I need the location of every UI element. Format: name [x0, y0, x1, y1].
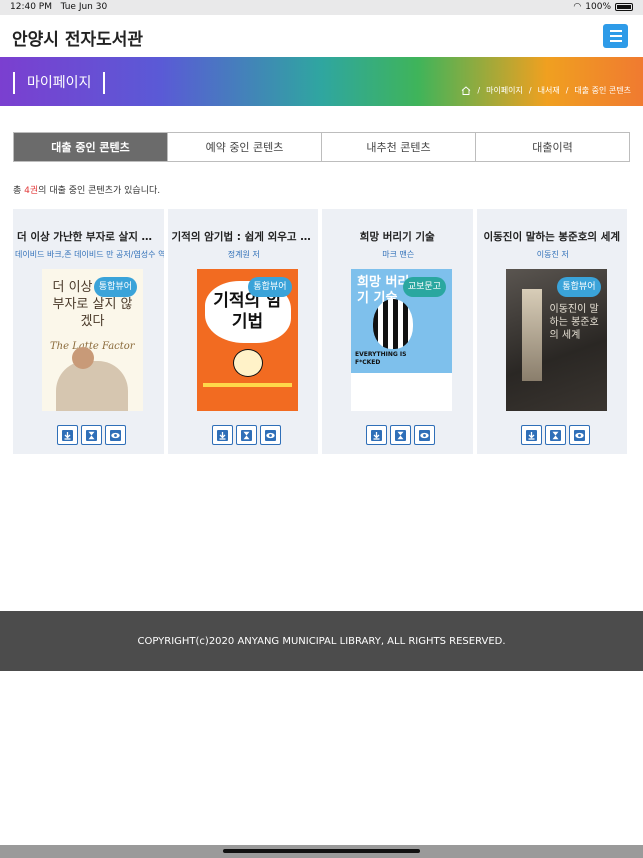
cover-subtitle: EVERYTHING IS F*CKED [355, 351, 407, 366]
book-actions [520, 425, 590, 445]
menu-line [609, 40, 622, 42]
summary-prefix: 총 [13, 186, 25, 196]
book-title[interactable]: 희망 버리기 기술 [326, 229, 469, 244]
site-header: 안양시 전자도서관 [0, 15, 643, 57]
book-title[interactable]: 이동진이 말하는 봉준호의 세계 [481, 229, 624, 244]
download-icon [525, 429, 537, 441]
extend-loan-button[interactable] [81, 425, 102, 445]
hourglass-icon [86, 429, 97, 441]
book-card: 이동진이 말하는 봉준호의 세계 이동진 저 이동진이 말하는 봉준호의 세계 … [476, 209, 627, 454]
tab-reserved[interactable]: 예약 중인 콘텐츠 [168, 133, 322, 161]
download-icon [62, 429, 73, 441]
viewer-badge: 통합뷰어 [248, 277, 292, 297]
view-button[interactable] [259, 425, 281, 445]
status-right: ◠ 100% [573, 2, 633, 12]
book-title[interactable]: 더 이상 가난한 부자로 살지 않겠다 [17, 229, 160, 244]
battery-percent: 100% [585, 2, 611, 12]
eye-icon [573, 429, 585, 441]
hourglass-icon [240, 429, 252, 441]
tab-recommended[interactable]: 내추천 콘텐츠 [322, 133, 476, 161]
hourglass-icon [549, 429, 561, 441]
summary-suffix: 의 대출 중인 콘텐츠가 있습니다. [38, 186, 161, 196]
eye-icon [264, 429, 276, 441]
tab-borrowed[interactable]: 대출 중인 콘텐츠 [14, 133, 168, 161]
tab-bar: 대출 중인 콘텐츠 예약 중인 콘텐츠 내추천 콘텐츠 대출이력 [13, 132, 630, 162]
book-card: 희망 버리기 기술 마크 맨슨 희망 버리기 기술 EVERYTHING IS … [322, 209, 473, 454]
wifi-icon: ◠ [573, 2, 582, 12]
cover-title: 기적의 암기법 [213, 291, 282, 332]
home-indicator[interactable] [223, 849, 420, 853]
home-indicator-bar [0, 845, 643, 858]
summary-count: 4권 [24, 186, 39, 196]
book-list: 더 이상 가난한 부자로 살지 않겠다 데이비드 바크,존 데이비드 만 공저/… [13, 209, 627, 454]
breadcrumb: / 마이페이지 / 내서재 / 대출 중인 콘텐츠 [461, 85, 631, 96]
breadcrumb-item: 대출 중인 콘텐츠 [574, 86, 631, 95]
breadcrumb-separator: / [477, 86, 481, 95]
download-button[interactable] [211, 425, 233, 445]
cover-doorway [521, 289, 542, 381]
book-author: 정계원 저 [227, 250, 260, 259]
book-actions [366, 425, 435, 445]
cover-illustration [72, 347, 94, 369]
breadcrumb-item[interactable]: 내서재 [538, 85, 560, 96]
extend-loan-button[interactable] [235, 425, 257, 445]
cover-strip [351, 373, 452, 411]
menu-line [609, 35, 622, 37]
extend-loan-button[interactable] [544, 425, 566, 445]
cover-illustration [232, 349, 263, 377]
tab-history[interactable]: 대출이력 [476, 133, 629, 161]
hourglass-icon [395, 429, 406, 441]
book-author: 마크 맨슨 [382, 250, 415, 259]
viewer-badge: 통합뷰어 [557, 277, 601, 297]
book-cover[interactable]: 희망 버리기 기술 EVERYTHING IS F*CKED 교보문고 [351, 269, 452, 411]
site-title[interactable]: 안양시 전자도서관 [12, 25, 143, 50]
eye-icon [419, 429, 430, 441]
status-bar: 12:40 PM Tue Jun 30 ◠ 100% [0, 0, 643, 15]
menu-line [609, 30, 622, 32]
book-author: 이동진 저 [536, 250, 569, 259]
view-button[interactable] [568, 425, 590, 445]
viewer-badge: 통합뷰어 [93, 277, 137, 297]
cover-title: 이동진이 말하는 봉준호의 세계 [549, 304, 599, 341]
book-cover[interactable]: 기적의 암기법 통합뷰어 [196, 269, 298, 411]
download-button[interactable] [366, 425, 387, 445]
breadcrumb-separator: / [565, 86, 569, 95]
view-button[interactable] [105, 425, 126, 445]
book-card: 기적의 암기법 : 쉽게 외우고 오래 기억하는 정계원 저 기적의 암기법 통… [167, 209, 318, 454]
book-actions [211, 425, 281, 445]
copyright-text: COPYRIGHT(c)2020 ANYANG MUNICIPAL LIBRAR… [137, 635, 506, 647]
viewer-badge: 교보문고 [402, 277, 446, 297]
breadcrumb-item[interactable]: 마이페이지 [486, 85, 523, 96]
book-title[interactable]: 기적의 암기법 : 쉽게 외우고 오래 기억하는 [172, 229, 315, 244]
download-button[interactable] [57, 425, 78, 445]
hamburger-menu-button[interactable] [603, 24, 628, 48]
book-actions [57, 425, 126, 445]
book-cover[interactable]: 이동진이 말하는 봉준호의 세계 통합뷰어 [505, 269, 607, 411]
extend-loan-button[interactable] [390, 425, 411, 445]
cover-subtitle: The Latte Factor [50, 341, 135, 352]
book-card: 더 이상 가난한 부자로 살지 않겠다 데이비드 바크,존 데이비드 만 공저/… [13, 209, 164, 454]
page-title: 마이페이지 [13, 72, 106, 94]
eye-icon [110, 429, 121, 441]
site-footer: COPYRIGHT(c)2020 ANYANG MUNICIPAL LIBRAR… [0, 611, 643, 671]
battery-icon [615, 3, 633, 11]
cover-strip [202, 383, 292, 387]
book-author: 데이비드 바크,존 데이비드 만 공저/염성수 역 [15, 250, 164, 259]
cover-illustration [56, 361, 128, 411]
breadcrumb-separator: / [528, 86, 532, 95]
download-icon [371, 429, 382, 441]
loan-summary: 총 4권의 대출 중인 콘텐츠가 있습니다. [13, 183, 160, 196]
cover-balloon [373, 299, 413, 349]
download-icon [216, 429, 228, 441]
status-time: 12:40 PM Tue Jun 30 [10, 2, 108, 12]
view-button[interactable] [414, 425, 435, 445]
book-cover[interactable]: 더 이상 가난한 부자로 살지 않겠다 The Latte Factor 통합뷰… [42, 269, 143, 411]
home-icon[interactable] [461, 86, 471, 95]
page-banner: 마이페이지 / 마이페이지 / 내서재 / 대출 중인 콘텐츠 [0, 57, 643, 106]
download-button[interactable] [520, 425, 542, 445]
